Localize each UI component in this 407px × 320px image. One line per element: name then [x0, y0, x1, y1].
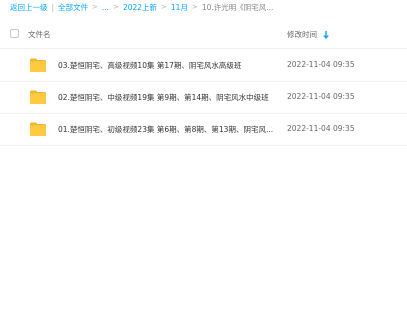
- breadcrumb-2022[interactable]: 2022上新: [123, 2, 157, 13]
- folder-icon: [30, 58, 46, 72]
- file-name[interactable]: 01.楚恒阴宅、初级视频23集 第6期、第8期、第13期、阴宅风...: [58, 124, 273, 135]
- all-files-link[interactable]: 全部文件: [58, 2, 88, 13]
- list-item[interactable]: 03.楚恒阴宅、高级视频10集 第17期、阴宅风水高级班 2022-11-04 …: [0, 50, 407, 82]
- chevron-right-icon: >: [191, 3, 198, 11]
- select-all-checkbox[interactable]: [10, 29, 19, 38]
- breadcrumb-month[interactable]: 11月: [171, 2, 188, 13]
- chevron-right-icon: >: [161, 3, 167, 11]
- back-link[interactable]: 返回上一级: [10, 2, 48, 13]
- breadcrumb-divider: |: [51, 2, 55, 12]
- breadcrumb-current: 10.许光明《阴宅风...: [201, 2, 274, 12]
- file-name[interactable]: 02.楚恒阴宅、中级视频19集 第9期、第14期、阴宅风水中级班: [58, 92, 269, 103]
- folder-icon: [30, 122, 46, 136]
- list-item[interactable]: 02.楚恒阴宅、中级视频19集 第9期、第14期、阴宅风水中级班 2022-11…: [0, 82, 407, 114]
- chevron-right-icon: >: [92, 3, 98, 11]
- file-modified-time: 2022-11-04 09:35: [287, 60, 355, 69]
- breadcrumb-ellipsis[interactable]: ...: [102, 3, 109, 12]
- file-list-header: 文件名 修改时间: [0, 22, 407, 49]
- chevron-right-icon: >: [113, 3, 119, 11]
- file-list: 03.楚恒阴宅、高级视频10集 第17期、阴宅风水高级班 2022-11-04 …: [0, 50, 407, 146]
- time-column-header[interactable]: 修改时间: [287, 29, 329, 40]
- file-modified-time: 2022-11-04 09:35: [287, 92, 355, 101]
- name-column-header[interactable]: 文件名: [28, 29, 51, 40]
- list-item[interactable]: 01.楚恒阴宅、初级视频23集 第6期、第8期、第13期、阴宅风... 2022…: [0, 114, 407, 146]
- breadcrumb: 返回上一级 | 全部文件 > ... > 2022上新 > 11月 > 10.许…: [10, 0, 273, 14]
- time-column-label: 修改时间: [287, 30, 317, 39]
- folder-icon: [30, 90, 46, 104]
- file-modified-time: 2022-11-04 09:35: [287, 124, 355, 133]
- file-name[interactable]: 03.楚恒阴宅、高级视频10集 第17期、阴宅风水高级班: [58, 60, 241, 71]
- sort-down-icon[interactable]: [323, 30, 329, 39]
